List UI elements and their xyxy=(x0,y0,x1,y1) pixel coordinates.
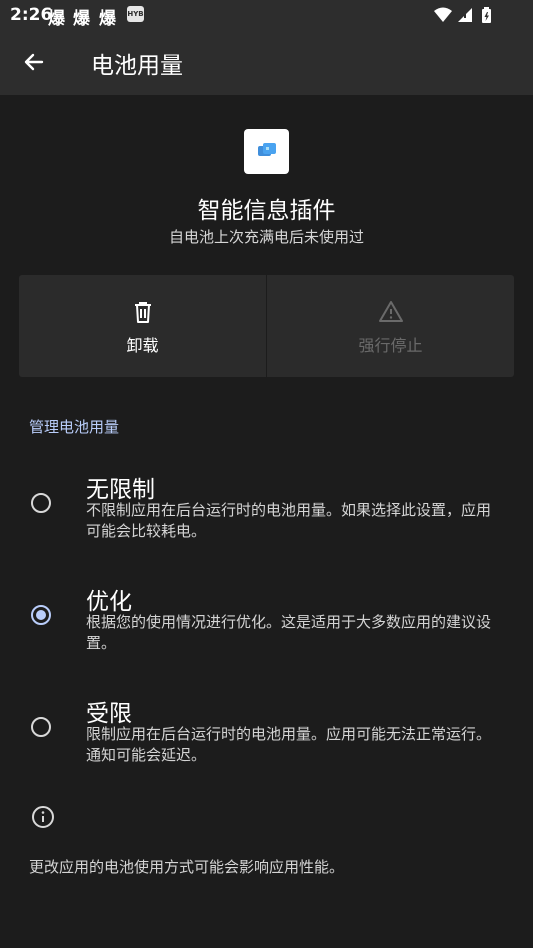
option-description: 不限制应用在后台运行时的电池用量。如果选择此设置，应用可能会比较耗电。 xyxy=(86,501,492,540)
force-stop-button[interactable]: 强行停止 xyxy=(267,275,514,377)
action-buttons: 卸载 强行停止 xyxy=(19,275,514,377)
notification-glyph: 爆 xyxy=(99,9,116,29)
notification-app-icon: HYB xyxy=(127,6,144,22)
warning-icon xyxy=(379,301,403,322)
force-stop-label: 强行停止 xyxy=(358,336,423,355)
status-time: 2:26 xyxy=(10,5,53,25)
app-name: 智能信息插件 xyxy=(197,198,336,224)
info-icon xyxy=(32,806,54,828)
status-bar: 2:26 爆 爆 爆 HYB xyxy=(0,0,533,30)
radio-button[interactable] xyxy=(31,493,51,513)
app-bar: 电池用量 xyxy=(0,30,533,95)
back-button[interactable] xyxy=(18,46,50,78)
notification-glyph: 爆 xyxy=(48,9,65,29)
app-usage-summary: 自电池上次充满电后未使用过 xyxy=(168,228,364,246)
uninstall-label: 卸载 xyxy=(126,336,159,355)
page-title: 电池用量 xyxy=(91,53,183,79)
footer-note: 更改应用的电池使用方式可能会影响应用性能。 xyxy=(29,858,345,876)
option-description: 限制应用在后台运行时的电池用量。应用可能无法正常运行。通知可能会延迟。 xyxy=(86,725,492,764)
arrow-back-icon xyxy=(24,53,44,71)
wifi-icon xyxy=(434,7,452,22)
option-unrestricted[interactable]: 无限制 不限制应用在后台运行时的电池用量。如果选择此设置，应用可能会比较耗电。 xyxy=(0,462,533,552)
section-header: 管理电池用量 xyxy=(29,418,120,436)
uninstall-button[interactable]: 卸载 xyxy=(19,275,266,377)
battery-icon xyxy=(482,7,491,23)
option-optimized[interactable]: 优化 根据您的使用情况进行优化。这是适用于大多数应用的建议设置。 xyxy=(0,574,533,664)
option-title: 优化 xyxy=(86,589,132,615)
trash-icon xyxy=(135,302,151,323)
messaging-plugin-icon xyxy=(258,143,276,156)
option-title: 无限制 xyxy=(86,477,155,503)
option-restricted[interactable]: 受限 限制应用在后台运行时的电池用量。应用可能无法正常运行。通知可能会延迟。 xyxy=(0,686,533,776)
system-icons xyxy=(433,6,503,28)
app-icon xyxy=(244,129,289,174)
signal-icon xyxy=(458,8,472,22)
option-description: 根据您的使用情况进行优化。这是适用于大多数应用的建议设置。 xyxy=(86,613,492,652)
radio-button[interactable] xyxy=(31,605,51,625)
radio-button[interactable] xyxy=(31,717,51,737)
option-title: 受限 xyxy=(86,701,132,727)
notification-glyph: 爆 xyxy=(73,9,90,29)
